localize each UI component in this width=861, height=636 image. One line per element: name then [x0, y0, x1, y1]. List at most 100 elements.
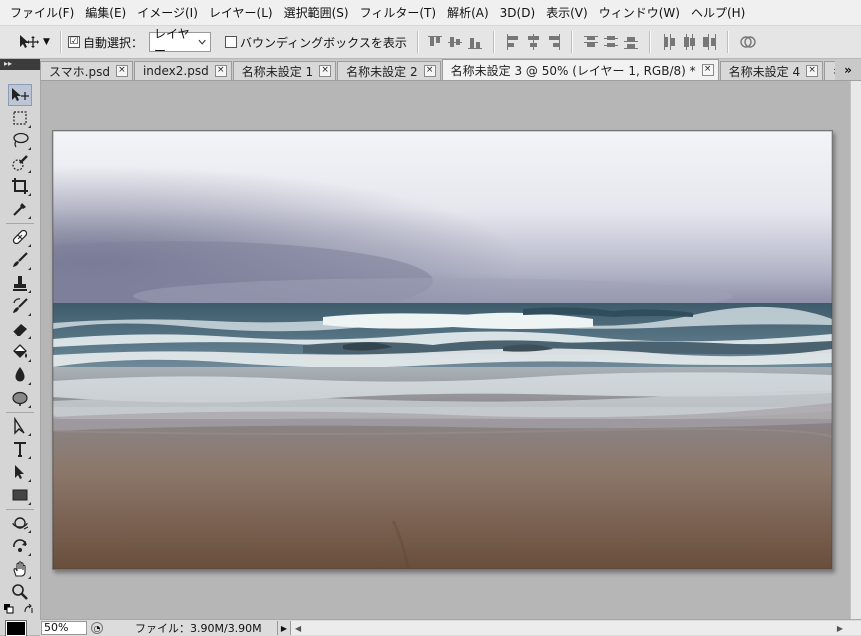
- 3d-rotate-tool[interactable]: [8, 512, 32, 534]
- foreground-color-swatch[interactable]: [5, 620, 27, 636]
- dodge-tool[interactable]: [8, 387, 32, 409]
- quick-select-tool[interactable]: [8, 152, 32, 174]
- path-select-tool[interactable]: [8, 415, 32, 437]
- menu-bar: ファイル(F) 編集(E) イメージ(I) レイヤー(L) 選択範囲(S) フィ…: [0, 0, 861, 26]
- healing-brush-tool-icon: [12, 229, 28, 245]
- align-vcenter-icon[interactable]: [447, 34, 462, 50]
- blur-tool-icon: [15, 367, 25, 382]
- align-left-icon[interactable]: [506, 34, 520, 50]
- horizontal-scrollbar[interactable]: ◀ ▶: [291, 621, 861, 635]
- menu-help[interactable]: ヘルプ(H): [686, 4, 750, 21]
- zoom-tool[interactable]: [8, 581, 32, 603]
- color-swatches: [2, 617, 40, 636]
- 3d-rotate-tool-icon: [12, 517, 29, 530]
- auto-select-checkbox[interactable]: ☑ 自動選択：: [68, 34, 143, 51]
- tab-index2-psd[interactable]: index2.psd ×: [133, 61, 232, 80]
- tab-smartphone-psd[interactable]: スマホ.psd ×: [40, 61, 133, 80]
- menu-layer[interactable]: レイヤー(L): [204, 4, 278, 21]
- menu-analysis[interactable]: 解析(A): [442, 4, 494, 21]
- close-icon[interactable]: ×: [701, 64, 714, 76]
- tab-untitled-1[interactable]: 名称未設定 1 ×: [232, 61, 337, 80]
- hand-tool[interactable]: [8, 558, 32, 580]
- align-hcenter-icon[interactable]: [526, 34, 540, 50]
- menu-view[interactable]: 表示(V): [541, 4, 593, 21]
- menu-image[interactable]: イメージ(I): [132, 4, 203, 21]
- distribute-vcenter-icon[interactable]: [603, 34, 618, 50]
- close-icon[interactable]: ×: [423, 65, 436, 77]
- tab-untitled-4[interactable]: 名称未設定 4 ×: [719, 61, 824, 80]
- distribute-hcenter-icon[interactable]: [682, 34, 696, 50]
- status-info-icon[interactable]: ◔: [91, 622, 103, 634]
- bounding-box-checkbox[interactable]: バウンディングボックスを表示: [225, 34, 407, 51]
- close-icon[interactable]: ×: [115, 65, 128, 77]
- menu-file[interactable]: ファイル(F): [5, 4, 79, 21]
- close-icon[interactable]: ×: [214, 65, 227, 77]
- vertical-scrollbar[interactable]: [850, 81, 861, 619]
- close-icon[interactable]: ×: [319, 65, 332, 77]
- divider: [726, 31, 729, 53]
- align-bottom-icon[interactable]: [467, 34, 482, 50]
- tool-preset-picker[interactable]: ▼: [18, 29, 54, 55]
- lasso-tool[interactable]: [8, 129, 32, 151]
- blur-tool[interactable]: [8, 364, 32, 386]
- divider: [570, 31, 573, 53]
- panel-collapse-grip[interactable]: ▸▸: [0, 59, 40, 70]
- checkbox-box: [225, 36, 238, 48]
- eraser-tool-icon: [12, 324, 27, 337]
- rectangle-tool[interactable]: [8, 484, 32, 506]
- auto-align-layers-icon[interactable]: [740, 34, 756, 50]
- distribute-bottom-icon[interactable]: [623, 34, 638, 50]
- divider: [648, 31, 651, 53]
- crop-tool[interactable]: [8, 175, 32, 197]
- divider: [416, 31, 419, 53]
- healing-brush-tool[interactable]: [8, 226, 32, 248]
- distribute-top-icon[interactable]: [583, 34, 598, 50]
- divider: [60, 31, 62, 53]
- align-top-icon[interactable]: [427, 34, 442, 50]
- tab-untitled-2[interactable]: 名称未設定 2 ×: [337, 61, 441, 80]
- default-colors-icon[interactable]: [4, 604, 14, 614]
- hand-tool-icon: [13, 561, 26, 577]
- canvas-area[interactable]: [41, 81, 850, 619]
- status-menu-arrow[interactable]: ▶: [277, 621, 291, 635]
- menu-select[interactable]: 選択範囲(S): [279, 4, 354, 21]
- menu-edit[interactable]: 編集(E): [80, 4, 131, 21]
- type-tool[interactable]: [8, 438, 32, 460]
- document-canvas[interactable]: [52, 130, 833, 570]
- scroll-left-icon[interactable]: ◀: [295, 624, 301, 633]
- distribute-left-icon[interactable]: [662, 34, 676, 50]
- divider: [492, 31, 495, 53]
- tab-label: 名称未設定 2: [346, 64, 418, 79]
- tab-overflow-button[interactable]: »: [835, 59, 861, 80]
- auto-select-target-select[interactable]: レイヤー: [149, 27, 212, 58]
- tab-label: 名称未設定 4: [728, 64, 801, 79]
- menu-window[interactable]: ウィンドウ(W): [594, 4, 685, 21]
- paint-bucket-tool[interactable]: [8, 341, 32, 363]
- menu-filter[interactable]: フィルター(T): [355, 4, 441, 21]
- dodge-tool-icon: [12, 391, 28, 406]
- move-tool[interactable]: [8, 84, 32, 106]
- menu-3d[interactable]: 3D(D): [495, 6, 540, 20]
- select-value: レイヤー: [154, 27, 190, 58]
- swap-colors-icon[interactable]: [24, 604, 34, 614]
- clone-stamp-tool-icon: [13, 276, 27, 291]
- clone-stamp-tool[interactable]: [8, 272, 32, 294]
- quick-select-tool-icon: [12, 155, 28, 171]
- history-brush-tool[interactable]: [8, 295, 32, 317]
- status-bar: 50% ◔ ファイル：3.90M/3.90M ▶ ◀ ▶: [40, 619, 861, 636]
- marquee-tool[interactable]: [8, 107, 32, 129]
- direct-select-tool[interactable]: [8, 461, 32, 483]
- eraser-tool[interactable]: [8, 318, 32, 340]
- eyedropper-tool-icon: [13, 203, 26, 216]
- brush-tool[interactable]: [8, 249, 32, 271]
- eyedropper-tool[interactable]: [8, 198, 32, 220]
- type-tool-icon: [14, 442, 26, 457]
- 3d-orbit-tool[interactable]: [8, 535, 32, 557]
- zoom-level-field[interactable]: 50%: [41, 621, 87, 635]
- close-icon[interactable]: ×: [806, 65, 819, 77]
- tab-untitled-3-active[interactable]: 名称未設定 3 @ 50% (レイヤー 1, RGB/8) * ×: [441, 59, 719, 80]
- align-right-icon[interactable]: [546, 34, 560, 50]
- distribute-right-icon[interactable]: [702, 34, 716, 50]
- scroll-right-icon[interactable]: ▶: [837, 624, 843, 633]
- toolbox: [0, 70, 41, 635]
